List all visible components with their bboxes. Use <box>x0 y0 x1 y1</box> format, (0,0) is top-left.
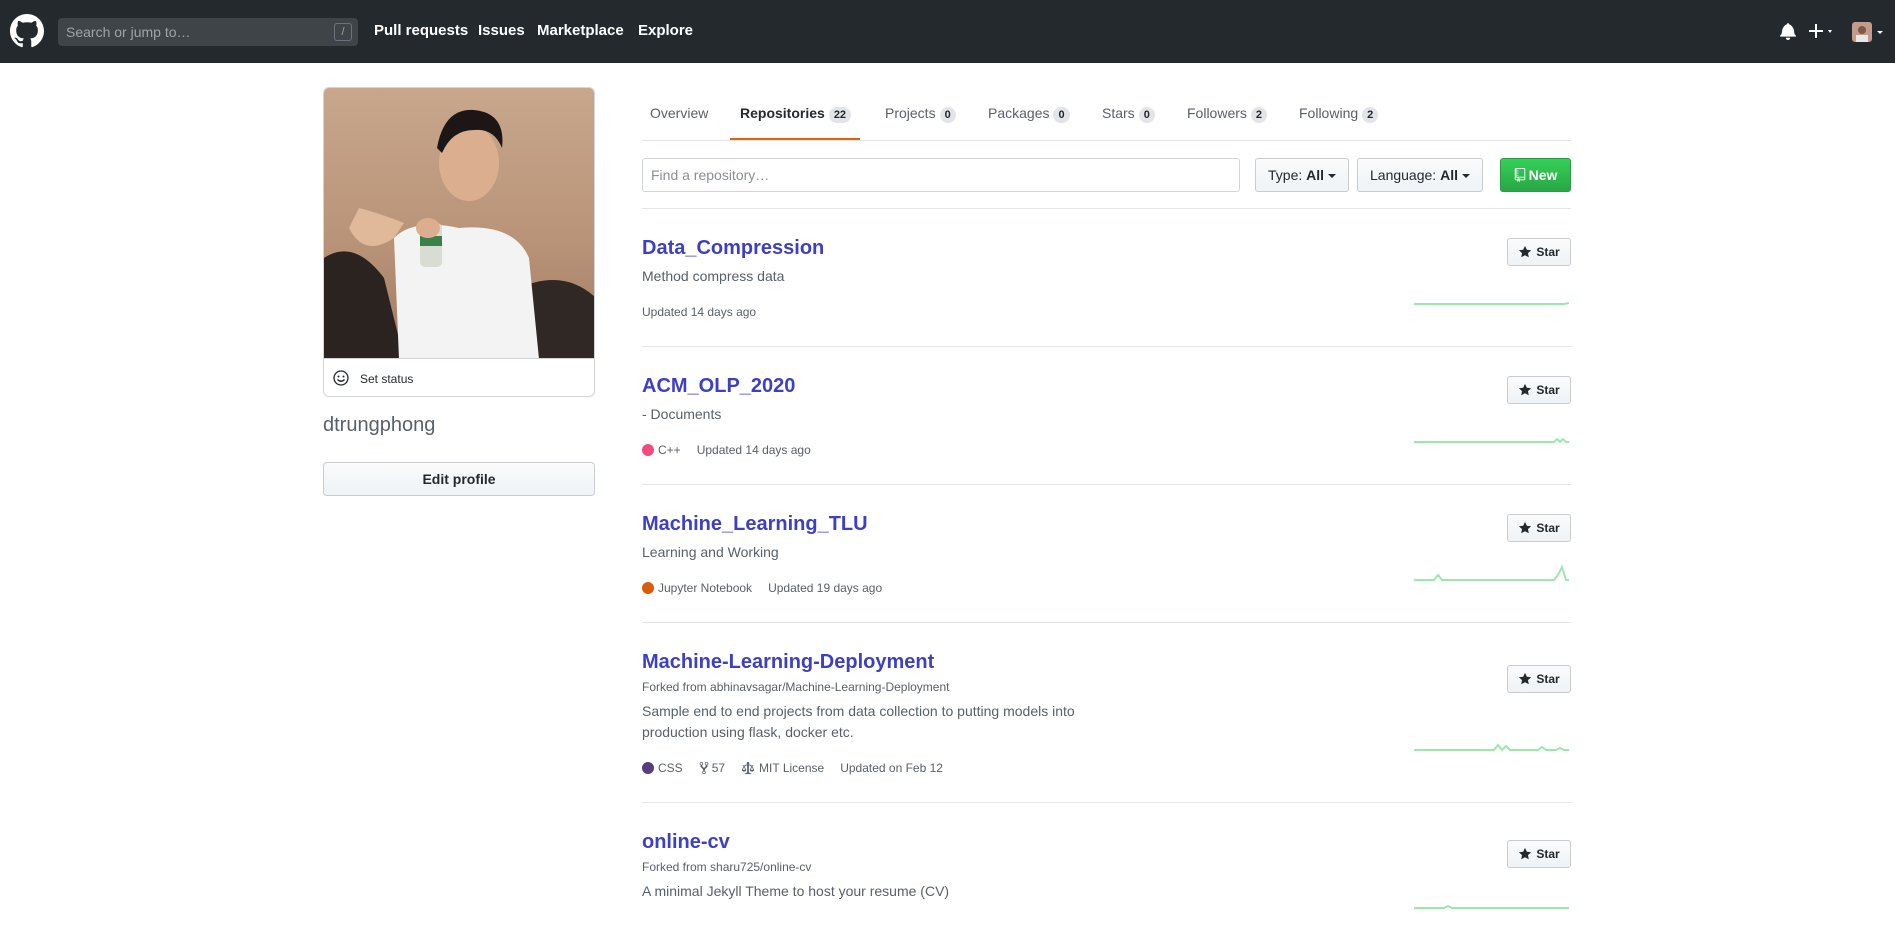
repo-item: ACM_OLP_2020 - Documents C++ Updated 14 … <box>642 347 1571 485</box>
repo-name-link[interactable]: Data_Compression <box>642 237 824 260</box>
language-color-dot <box>642 762 654 774</box>
nav-issues[interactable]: Issues <box>478 22 525 39</box>
language-color-dot <box>642 444 654 456</box>
activity-sparkline <box>1414 302 1569 305</box>
language-color-dot <box>642 582 654 594</box>
repo-updated: Updated 14 days ago <box>696 443 811 457</box>
repo-updated: Updated on Feb 12 <box>840 761 943 775</box>
nav-explore[interactable]: Explore <box>638 22 693 39</box>
projects-count: 0 <box>939 107 956 123</box>
repo-language: CSS <box>642 761 683 775</box>
selected-tab-underline <box>730 138 860 140</box>
repo-name-link[interactable]: Machine-Learning-Deployment <box>642 651 934 674</box>
set-status-label: Set status <box>360 372 414 386</box>
repo-name-link[interactable]: Machine_Learning_TLU <box>642 513 868 536</box>
tab-stars[interactable]: Stars 0 <box>1102 105 1155 123</box>
plus-icon[interactable] <box>1808 22 1836 40</box>
bell-icon[interactable] <box>1780 22 1796 40</box>
tab-followers[interactable]: Followers 2 <box>1187 105 1268 123</box>
repo-item: Machine-Learning-Deployment Forked from … <box>642 623 1571 803</box>
star-icon <box>1519 521 1532 534</box>
tab-packages[interactable]: Packages 0 <box>988 105 1070 123</box>
star-icon <box>1519 383 1532 396</box>
star-icon <box>1519 672 1532 685</box>
tab-overview[interactable]: Overview <box>650 105 708 121</box>
tab-repositories[interactable]: Repositories 22 <box>740 105 852 123</box>
star-button[interactable]: Star <box>1507 514 1571 542</box>
stars-count: 0 <box>1138 107 1155 123</box>
fork-source: Forked from abhinavsagar/Machine-Learnin… <box>642 680 950 694</box>
activity-sparkline <box>1414 437 1569 444</box>
profile-photo <box>324 88 594 358</box>
repo-item: online-cv Forked from sharu725/online-cv… <box>642 803 1571 943</box>
tab-projects[interactable]: Projects 0 <box>885 105 956 123</box>
following-count: 2 <box>1362 107 1379 123</box>
activity-sparkline <box>1414 743 1569 752</box>
edit-profile-button[interactable]: Edit profile <box>323 462 595 496</box>
repo-description: Sample end to end projects from data col… <box>642 703 1075 740</box>
repo-language: Jupyter Notebook <box>642 581 752 595</box>
repo-icon <box>1514 168 1525 182</box>
smiley-icon <box>333 370 349 386</box>
law-icon <box>741 761 755 775</box>
repo-license: MIT License <box>741 761 824 775</box>
search-shortcut-badge: / <box>334 23 352 41</box>
repo-description: A minimal Jekyll Theme to host your resu… <box>642 883 950 899</box>
repo-updated: Updated 14 days ago <box>642 305 757 319</box>
find-repository-input[interactable] <box>642 158 1240 192</box>
repositories-count: 22 <box>828 107 852 123</box>
repo-forks[interactable]: 57 <box>699 761 725 775</box>
repo-meta: C++ Updated 14 days ago <box>642 443 827 457</box>
star-button[interactable]: Star <box>1507 238 1571 266</box>
repo-name-link[interactable]: online-cv <box>642 831 730 854</box>
type-filter-button[interactable]: Type: All <box>1255 158 1350 192</box>
star-button[interactable]: Star <box>1507 376 1571 404</box>
user-avatar-menu[interactable] <box>1852 22 1886 42</box>
github-logo-icon[interactable] <box>10 14 44 48</box>
repo-item: Machine_Learning_TLU Learning and Workin… <box>642 485 1571 623</box>
nav-pull-requests[interactable]: Pull requests <box>374 22 468 39</box>
repo-item: Data_Compression Method compress data Up… <box>642 209 1571 347</box>
activity-sparkline <box>1414 904 1569 909</box>
chevron-down-icon <box>1461 174 1470 179</box>
search-input[interactable] <box>58 18 328 46</box>
language-filter-button[interactable]: Language: All <box>1357 158 1483 192</box>
followers-count: 2 <box>1250 107 1268 123</box>
nav-marketplace[interactable]: Marketplace <box>537 22 624 39</box>
global-search[interactable]: / <box>58 18 358 46</box>
repo-language: C++ <box>642 443 681 457</box>
star-button[interactable]: Star <box>1507 665 1571 693</box>
repo-description: - Documents <box>642 406 722 422</box>
repo-meta: Jupyter Notebook Updated 19 days ago <box>642 581 898 595</box>
repo-updated: Updated 19 days ago <box>768 581 883 595</box>
chevron-down-icon <box>1328 174 1337 179</box>
repo-description: Learning and Working <box>642 544 779 560</box>
repo-description: Method compress data <box>642 268 785 284</box>
star-icon <box>1519 847 1532 860</box>
fork-source: Forked from sharu725/online-cv <box>642 860 812 874</box>
repo-meta: CSS 57 MIT License Updated on Feb 12 <box>642 761 959 775</box>
tabs-divider <box>642 140 1571 141</box>
new-repository-button[interactable]: New <box>1500 158 1571 192</box>
packages-count: 0 <box>1053 107 1070 123</box>
repo-meta: Updated 14 days ago <box>642 305 772 319</box>
set-status[interactable]: Set status <box>323 358 595 397</box>
activity-sparkline <box>1414 564 1569 581</box>
tab-following[interactable]: Following 2 <box>1299 105 1379 123</box>
star-icon <box>1519 245 1532 258</box>
fork-icon <box>699 761 709 775</box>
star-button[interactable]: Star <box>1507 840 1571 868</box>
profile-avatar[interactable] <box>323 87 595 358</box>
repo-name-link[interactable]: ACM_OLP_2020 <box>642 375 795 398</box>
top-header: / Pull requests Issues Marketplace Explo… <box>0 0 1895 63</box>
profile-username: dtrungphong <box>323 414 436 436</box>
